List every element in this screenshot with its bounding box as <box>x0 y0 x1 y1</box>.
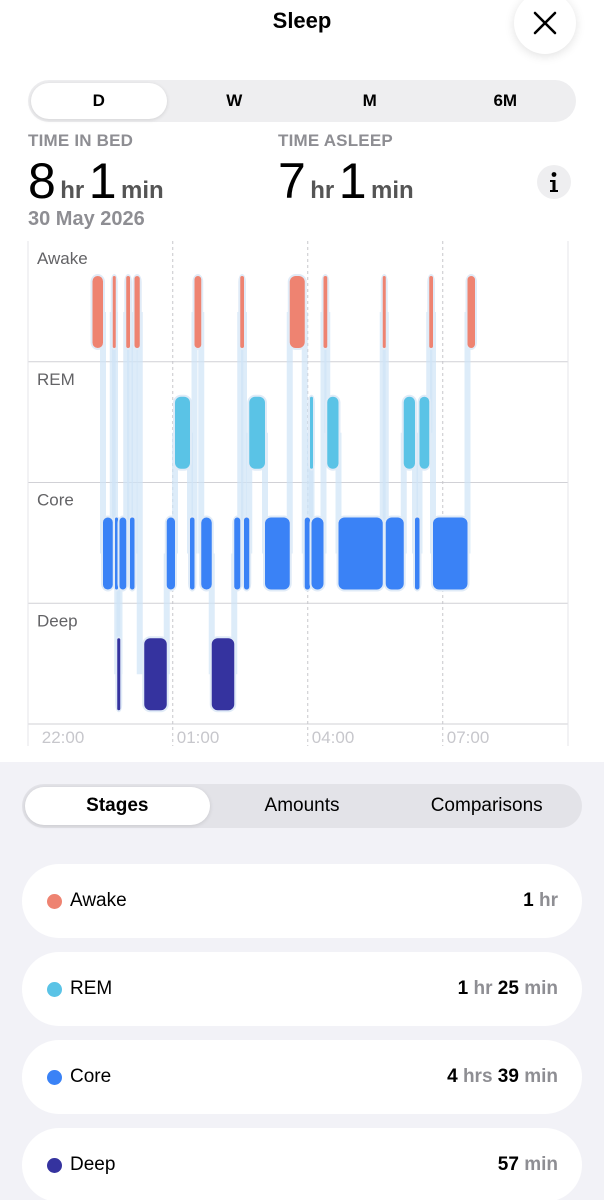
x-tick-label: 07:00 <box>447 728 490 747</box>
sleep-segment-core <box>103 517 113 590</box>
stage-row-core[interactable]: Core 4 hrs 39 min <box>22 1040 582 1114</box>
tab-stages[interactable]: Stages <box>25 787 210 825</box>
tab-comparisons[interactable]: Comparisons <box>394 787 579 825</box>
sleep-segment-awake <box>323 276 328 348</box>
amount-number: 1 <box>457 978 469 999</box>
sleep-segment-awake <box>429 276 433 348</box>
amount-unit: hrs <box>462 1066 493 1087</box>
stage-name: Deep <box>70 1154 116 1175</box>
sleep-segment-awake <box>92 276 103 348</box>
amount-number: 57 <box>497 1154 519 1175</box>
sleep-segment-rem <box>327 396 339 469</box>
stage-transition <box>136 312 143 675</box>
amount-number: 25 <box>497 978 519 999</box>
stage-name: REM <box>70 978 113 999</box>
stage-amount: 1 hr <box>523 890 558 912</box>
sleep-segment-rem <box>175 396 190 469</box>
rem-color-dot <box>47 982 62 997</box>
stage-label-awake: Awake <box>37 249 88 268</box>
stage-row-awake[interactable]: Awake 1 hr <box>22 864 582 938</box>
stages-section: Stages Amounts Comparisons Awake 1 hr RE… <box>0 762 604 1200</box>
sleep-segment-deep <box>211 638 235 711</box>
stage-name: Awake <box>70 890 127 911</box>
sleep-segment-rem <box>249 396 265 469</box>
sleep-segment-core <box>119 517 127 590</box>
stage-amount: 1 hr 25 min <box>458 978 558 1000</box>
sleep-segment-awake <box>289 276 305 348</box>
sleep-detail-panel: Sleep D W M 6M TIME IN BED 8 hr 1 min TI… <box>0 0 604 762</box>
sleep-segment-core <box>338 517 383 590</box>
sleep-segment-awake <box>112 276 116 348</box>
stage-amount: 4 hrs 39 min <box>447 1066 558 1088</box>
stage-row-rem[interactable]: REM 1 hr 25 min <box>22 952 582 1026</box>
x-tick-label: 22:00 <box>42 728 85 747</box>
sleep-segment-awake <box>382 276 386 348</box>
sleep-stages-chart: Awake REM Core Deep 22:00 01:00 04:00 07:00 <box>27 241 569 747</box>
sleep-segment-core <box>433 517 468 590</box>
sleep-segment-deep <box>144 638 167 711</box>
sleep-segment-core <box>244 517 250 590</box>
amount-number: 4 <box>447 1066 458 1087</box>
sleep-segment-core <box>385 517 404 590</box>
stage-name: Core <box>70 1066 112 1087</box>
amount-number: 39 <box>497 1066 519 1087</box>
amount-unit: min <box>524 1066 558 1087</box>
sleep-segment-core <box>311 517 324 590</box>
core-color-dot <box>47 1070 62 1085</box>
sleep-segment-awake <box>240 276 244 348</box>
amount-number: 1 <box>523 890 534 911</box>
amount-unit: hr <box>539 890 558 911</box>
sleep-segment-rem <box>419 396 430 469</box>
sleep-segment-deep <box>117 638 121 711</box>
sleep-segment-awake <box>467 276 475 348</box>
stage-label-deep: Deep <box>37 611 78 630</box>
sleep-segment-core <box>130 517 135 590</box>
amount-unit: hr <box>473 978 493 999</box>
sleep-segment-core <box>190 517 195 590</box>
detail-segmented-control: Stages Amounts Comparisons <box>22 784 582 828</box>
sleep-segment-awake <box>194 276 202 348</box>
sleep-segment-awake <box>134 276 140 348</box>
sleep-segment-core <box>265 517 290 590</box>
sleep-segment-core <box>166 517 175 590</box>
x-tick-label: 01:00 <box>177 728 220 747</box>
x-tick-label: 04:00 <box>312 728 355 747</box>
tab-amounts[interactable]: Amounts <box>210 787 395 825</box>
sleep-segment-core <box>234 517 241 590</box>
amount-unit: min <box>524 1154 558 1175</box>
sleep-segment-core <box>304 517 310 590</box>
amount-unit: min <box>524 978 558 999</box>
sleep-segment-rem <box>403 396 415 469</box>
sleep-segment-awake <box>126 276 130 348</box>
sleep-segment-core <box>201 517 212 590</box>
awake-color-dot <box>47 894 62 909</box>
sleep-segment-core <box>415 517 420 590</box>
sleep-segment-rem <box>310 396 313 469</box>
stage-label-rem: REM <box>37 370 75 389</box>
stage-amount: 57 min <box>498 1154 558 1176</box>
deep-color-dot <box>47 1158 62 1173</box>
stage-row-deep[interactable]: Deep 57 min <box>22 1128 582 1200</box>
stage-label-core: Core <box>37 491 74 510</box>
